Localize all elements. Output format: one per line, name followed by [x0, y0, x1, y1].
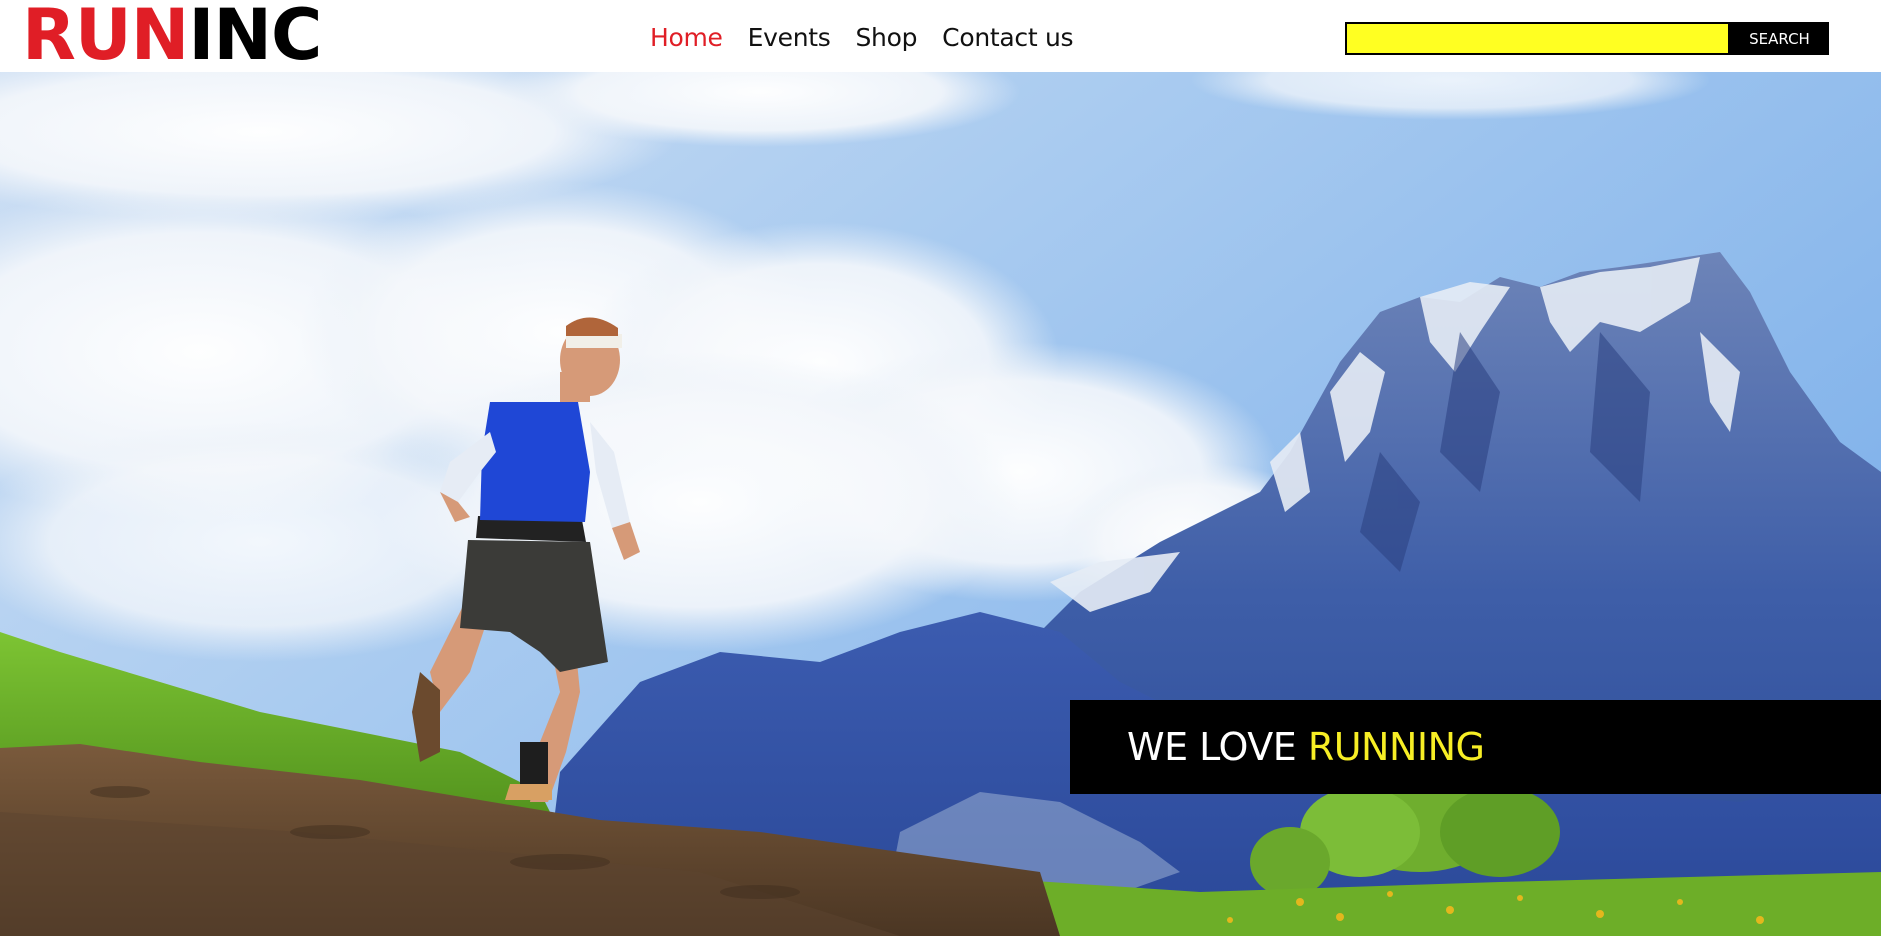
nav-events[interactable]: Events	[748, 23, 831, 52]
nav-contact-us[interactable]: Contact us	[942, 23, 1073, 52]
search-bar: SEARCH	[1345, 22, 1829, 55]
logo-run-text: RUN	[22, 0, 189, 76]
nav-home[interactable]: Home	[650, 23, 723, 52]
search-button[interactable]: SEARCH	[1730, 22, 1829, 55]
runner-mountain-photo	[0, 72, 1881, 936]
main-nav: Home Events Shop Contact us	[650, 18, 1074, 56]
site-header: RUNINC Home Events Shop Contact us SEARC…	[0, 0, 1881, 72]
hero-tagline: WE LOVE RUNNING	[1127, 722, 1485, 772]
tagline-highlight-text: RUNNING	[1307, 725, 1485, 769]
nav-shop[interactable]: Shop	[855, 23, 917, 52]
site-logo[interactable]: RUNINC	[22, 0, 322, 70]
hero-section: WE LOVE RUNNING	[0, 72, 1881, 936]
logo-inc-text: INC	[188, 0, 322, 76]
tagline-white-text: WE LOVE	[1127, 725, 1297, 769]
hero-banner: WE LOVE RUNNING	[1070, 700, 1881, 794]
search-input[interactable]	[1345, 22, 1730, 55]
